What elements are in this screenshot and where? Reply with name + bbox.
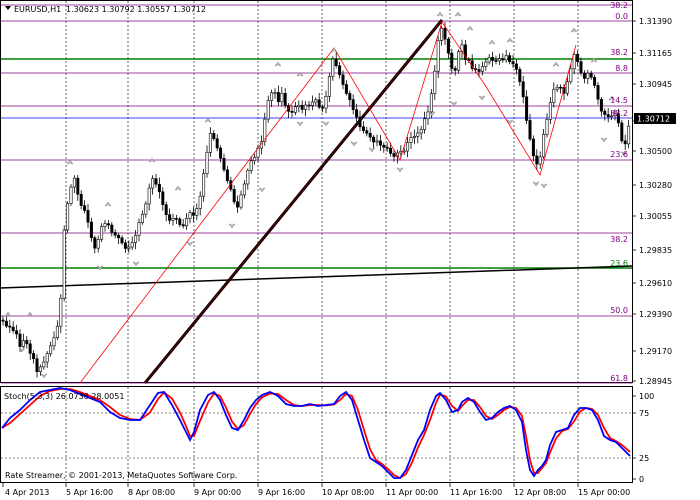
main-chart-frame[interactable] <box>0 0 633 383</box>
symbol-label: EURUSD,H1 <box>14 5 61 14</box>
price-tick-label: 1.31165 <box>639 49 672 58</box>
fibo-label: 38.2 <box>610 109 628 118</box>
stochastic-axis: 100 75 25 0 <box>632 392 654 484</box>
fibo-label: 14.5 <box>610 96 628 105</box>
stochastic-scale-label: 100 <box>639 392 654 401</box>
chart-header: EURUSD,H1 1.30623 1.30792 1.30557 1.3071… <box>5 5 206 14</box>
price-tick-label: 1.29610 <box>639 279 672 288</box>
time-tick-label: 4 Apr 2013 <box>5 488 49 497</box>
price-tick-label: 1.30500 <box>639 147 672 156</box>
time-tick-label: 5 Apr 16:00 <box>66 488 113 497</box>
time-tick-label: 10 Apr 08:00 <box>322 488 374 497</box>
fibo-label: 50.0 <box>610 306 628 315</box>
stochastic-scale-label: 0 <box>639 475 644 484</box>
chart-window[interactable]: EURUSD,H1 1.30623 1.30792 1.30557 1.3071… <box>0 0 700 500</box>
current-price-marker: 1.30712 <box>634 113 676 124</box>
price-axis: 1.31390 1.31165 1.30945 1.30500 1.30280 1.300… <box>632 17 672 386</box>
fibo-label: 38.2 <box>610 48 628 57</box>
svg-text:1.30712: 1.30712 <box>637 115 670 124</box>
price-tick-label: 1.28945 <box>639 377 672 386</box>
time-tick-label: 9 Apr 00:00 <box>194 488 241 497</box>
fibo-label: 8.8 <box>615 64 628 73</box>
fibo-label: 23.6 <box>610 150 628 159</box>
price-tick-label: 1.31390 <box>639 17 672 26</box>
stochastic-scale-label: 75 <box>639 409 649 418</box>
fibo-label: 61.8 <box>610 374 628 383</box>
time-tick-label: 9 Apr 16:00 <box>258 488 305 497</box>
price-tick-label: 1.30280 <box>639 181 672 190</box>
fibo-label: 38.2 <box>610 235 628 244</box>
price-tick-label: 1.30945 <box>639 80 672 89</box>
price-tick-label: 1.29170 <box>639 347 672 356</box>
time-tick-label: 15 Apr 00:00 <box>578 488 630 497</box>
price-tick-label: 1.30055 <box>639 212 672 221</box>
stochastic-label: Stoch(5,3,3) 26.0738 28.0051 <box>4 392 124 401</box>
copyright-text: Rate Streamer, © 2001-2013, MetaQuotes S… <box>5 471 237 480</box>
price-tick-label: 1.29390 <box>639 310 672 319</box>
time-tick-label: 12 Apr 08:00 <box>514 488 566 497</box>
time-axis: 4 Apr 2013 5 Apr 16:00 8 Apr 08:00 9 Apr 00… <box>2 483 630 497</box>
fibo-label: 0.0 <box>615 12 628 21</box>
fibo-label: 23.6 <box>610 259 628 268</box>
time-tick-label: 11 Apr 16:00 <box>450 488 502 497</box>
ohlc-values: 1.30623 1.30792 1.30557 1.30712 <box>66 5 206 14</box>
stochastic-scale-label: 25 <box>639 454 649 463</box>
time-tick-label: 8 Apr 08:00 <box>128 488 175 497</box>
price-tick-label: 1.29835 <box>639 246 672 255</box>
fibo-label: 38.2 <box>610 1 628 10</box>
time-tick-label: 11 Apr 00:00 <box>386 488 438 497</box>
